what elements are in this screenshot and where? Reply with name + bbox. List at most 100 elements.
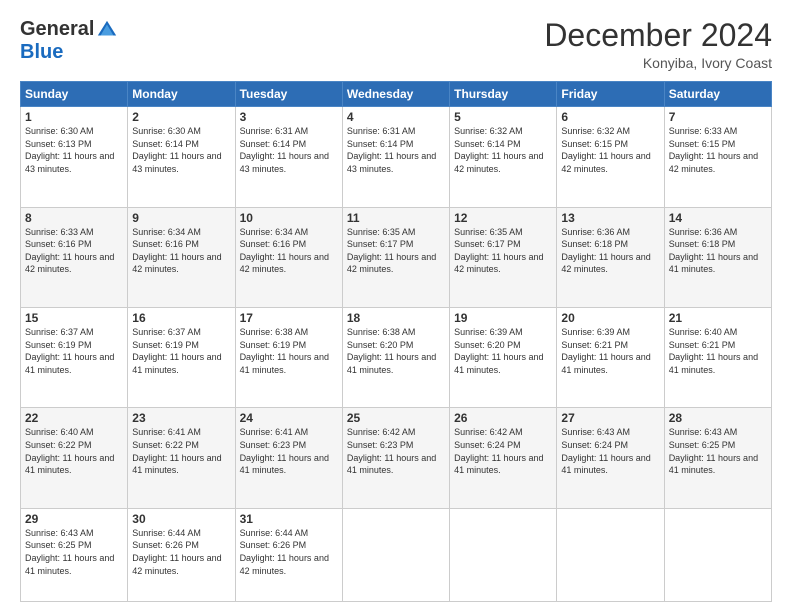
day-number: 22 bbox=[25, 411, 123, 425]
day-number: 19 bbox=[454, 311, 552, 325]
table-row: 31 Sunrise: 6:44 AMSunset: 6:26 PMDaylig… bbox=[235, 508, 342, 601]
day-info: Sunrise: 6:43 AMSunset: 6:25 PMDaylight:… bbox=[669, 427, 758, 475]
table-row: 16 Sunrise: 6:37 AMSunset: 6:19 PMDaylig… bbox=[128, 308, 235, 408]
day-info: Sunrise: 6:43 AMSunset: 6:25 PMDaylight:… bbox=[25, 528, 114, 576]
logo: General Blue bbox=[20, 18, 118, 64]
col-friday: Friday bbox=[557, 82, 664, 107]
day-number: 23 bbox=[132, 411, 230, 425]
table-row: 6 Sunrise: 6:32 AMSunset: 6:15 PMDayligh… bbox=[557, 107, 664, 207]
day-info: Sunrise: 6:44 AMSunset: 6:26 PMDaylight:… bbox=[132, 528, 221, 576]
day-info: Sunrise: 6:38 AMSunset: 6:20 PMDaylight:… bbox=[347, 327, 436, 375]
day-number: 1 bbox=[25, 110, 123, 124]
day-number: 26 bbox=[454, 411, 552, 425]
day-number: 16 bbox=[132, 311, 230, 325]
logo-blue-text: Blue bbox=[20, 41, 63, 64]
day-number: 2 bbox=[132, 110, 230, 124]
col-monday: Monday bbox=[128, 82, 235, 107]
day-info: Sunrise: 6:33 AMSunset: 6:15 PMDaylight:… bbox=[669, 126, 758, 174]
day-number: 7 bbox=[669, 110, 767, 124]
calendar-week-row: 22 Sunrise: 6:40 AMSunset: 6:22 PMDaylig… bbox=[21, 408, 772, 508]
table-row bbox=[664, 508, 771, 601]
calendar-week-row: 1 Sunrise: 6:30 AMSunset: 6:13 PMDayligh… bbox=[21, 107, 772, 207]
table-row: 15 Sunrise: 6:37 AMSunset: 6:19 PMDaylig… bbox=[21, 308, 128, 408]
day-number: 21 bbox=[669, 311, 767, 325]
table-row: 24 Sunrise: 6:41 AMSunset: 6:23 PMDaylig… bbox=[235, 408, 342, 508]
day-info: Sunrise: 6:43 AMSunset: 6:24 PMDaylight:… bbox=[561, 427, 650, 475]
day-info: Sunrise: 6:39 AMSunset: 6:21 PMDaylight:… bbox=[561, 327, 650, 375]
table-row: 30 Sunrise: 6:44 AMSunset: 6:26 PMDaylig… bbox=[128, 508, 235, 601]
day-number: 3 bbox=[240, 110, 338, 124]
day-info: Sunrise: 6:40 AMSunset: 6:22 PMDaylight:… bbox=[25, 427, 114, 475]
calendar-week-row: 29 Sunrise: 6:43 AMSunset: 6:25 PMDaylig… bbox=[21, 508, 772, 601]
table-row: 28 Sunrise: 6:43 AMSunset: 6:25 PMDaylig… bbox=[664, 408, 771, 508]
title-block: December 2024 Konyiba, Ivory Coast bbox=[544, 18, 772, 71]
table-row: 26 Sunrise: 6:42 AMSunset: 6:24 PMDaylig… bbox=[450, 408, 557, 508]
table-row: 22 Sunrise: 6:40 AMSunset: 6:22 PMDaylig… bbox=[21, 408, 128, 508]
col-saturday: Saturday bbox=[664, 82, 771, 107]
table-row: 13 Sunrise: 6:36 AMSunset: 6:18 PMDaylig… bbox=[557, 207, 664, 307]
logo-general-text: General bbox=[20, 18, 94, 41]
table-row bbox=[450, 508, 557, 601]
col-thursday: Thursday bbox=[450, 82, 557, 107]
table-row: 5 Sunrise: 6:32 AMSunset: 6:14 PMDayligh… bbox=[450, 107, 557, 207]
day-info: Sunrise: 6:40 AMSunset: 6:21 PMDaylight:… bbox=[669, 327, 758, 375]
table-row: 23 Sunrise: 6:41 AMSunset: 6:22 PMDaylig… bbox=[128, 408, 235, 508]
table-row: 11 Sunrise: 6:35 AMSunset: 6:17 PMDaylig… bbox=[342, 207, 449, 307]
day-info: Sunrise: 6:39 AMSunset: 6:20 PMDaylight:… bbox=[454, 327, 543, 375]
table-row: 10 Sunrise: 6:34 AMSunset: 6:16 PMDaylig… bbox=[235, 207, 342, 307]
logo-icon bbox=[96, 19, 118, 41]
day-info: Sunrise: 6:30 AMSunset: 6:14 PMDaylight:… bbox=[132, 126, 221, 174]
day-number: 13 bbox=[561, 211, 659, 225]
calendar-week-row: 8 Sunrise: 6:33 AMSunset: 6:16 PMDayligh… bbox=[21, 207, 772, 307]
day-number: 18 bbox=[347, 311, 445, 325]
col-tuesday: Tuesday bbox=[235, 82, 342, 107]
month-title: December 2024 bbox=[544, 18, 772, 53]
day-info: Sunrise: 6:31 AMSunset: 6:14 PMDaylight:… bbox=[347, 126, 436, 174]
col-wednesday: Wednesday bbox=[342, 82, 449, 107]
table-row bbox=[342, 508, 449, 601]
day-number: 17 bbox=[240, 311, 338, 325]
table-row: 25 Sunrise: 6:42 AMSunset: 6:23 PMDaylig… bbox=[342, 408, 449, 508]
table-row bbox=[557, 508, 664, 601]
day-info: Sunrise: 6:33 AMSunset: 6:16 PMDaylight:… bbox=[25, 227, 114, 275]
table-row: 3 Sunrise: 6:31 AMSunset: 6:14 PMDayligh… bbox=[235, 107, 342, 207]
page: General Blue December 2024 Konyiba, Ivor… bbox=[0, 0, 792, 612]
day-info: Sunrise: 6:37 AMSunset: 6:19 PMDaylight:… bbox=[25, 327, 114, 375]
day-number: 30 bbox=[132, 512, 230, 526]
day-info: Sunrise: 6:44 AMSunset: 6:26 PMDaylight:… bbox=[240, 528, 329, 576]
day-number: 14 bbox=[669, 211, 767, 225]
day-info: Sunrise: 6:32 AMSunset: 6:14 PMDaylight:… bbox=[454, 126, 543, 174]
day-number: 4 bbox=[347, 110, 445, 124]
day-info: Sunrise: 6:41 AMSunset: 6:23 PMDaylight:… bbox=[240, 427, 329, 475]
location: Konyiba, Ivory Coast bbox=[544, 55, 772, 71]
day-info: Sunrise: 6:42 AMSunset: 6:23 PMDaylight:… bbox=[347, 427, 436, 475]
table-row: 18 Sunrise: 6:38 AMSunset: 6:20 PMDaylig… bbox=[342, 308, 449, 408]
day-number: 12 bbox=[454, 211, 552, 225]
day-info: Sunrise: 6:36 AMSunset: 6:18 PMDaylight:… bbox=[561, 227, 650, 275]
day-info: Sunrise: 6:42 AMSunset: 6:24 PMDaylight:… bbox=[454, 427, 543, 475]
table-row: 17 Sunrise: 6:38 AMSunset: 6:19 PMDaylig… bbox=[235, 308, 342, 408]
col-sunday: Sunday bbox=[21, 82, 128, 107]
day-number: 24 bbox=[240, 411, 338, 425]
day-number: 29 bbox=[25, 512, 123, 526]
day-number: 20 bbox=[561, 311, 659, 325]
day-number: 31 bbox=[240, 512, 338, 526]
day-number: 27 bbox=[561, 411, 659, 425]
day-info: Sunrise: 6:37 AMSunset: 6:19 PMDaylight:… bbox=[132, 327, 221, 375]
day-number: 11 bbox=[347, 211, 445, 225]
header: General Blue December 2024 Konyiba, Ivor… bbox=[20, 18, 772, 71]
day-info: Sunrise: 6:32 AMSunset: 6:15 PMDaylight:… bbox=[561, 126, 650, 174]
day-number: 8 bbox=[25, 211, 123, 225]
table-row: 7 Sunrise: 6:33 AMSunset: 6:15 PMDayligh… bbox=[664, 107, 771, 207]
table-row: 14 Sunrise: 6:36 AMSunset: 6:18 PMDaylig… bbox=[664, 207, 771, 307]
table-row: 21 Sunrise: 6:40 AMSunset: 6:21 PMDaylig… bbox=[664, 308, 771, 408]
day-number: 6 bbox=[561, 110, 659, 124]
table-row: 20 Sunrise: 6:39 AMSunset: 6:21 PMDaylig… bbox=[557, 308, 664, 408]
day-info: Sunrise: 6:30 AMSunset: 6:13 PMDaylight:… bbox=[25, 126, 114, 174]
table-row: 8 Sunrise: 6:33 AMSunset: 6:16 PMDayligh… bbox=[21, 207, 128, 307]
table-row: 19 Sunrise: 6:39 AMSunset: 6:20 PMDaylig… bbox=[450, 308, 557, 408]
table-row: 29 Sunrise: 6:43 AMSunset: 6:25 PMDaylig… bbox=[21, 508, 128, 601]
day-number: 10 bbox=[240, 211, 338, 225]
day-info: Sunrise: 6:35 AMSunset: 6:17 PMDaylight:… bbox=[347, 227, 436, 275]
table-row: 2 Sunrise: 6:30 AMSunset: 6:14 PMDayligh… bbox=[128, 107, 235, 207]
